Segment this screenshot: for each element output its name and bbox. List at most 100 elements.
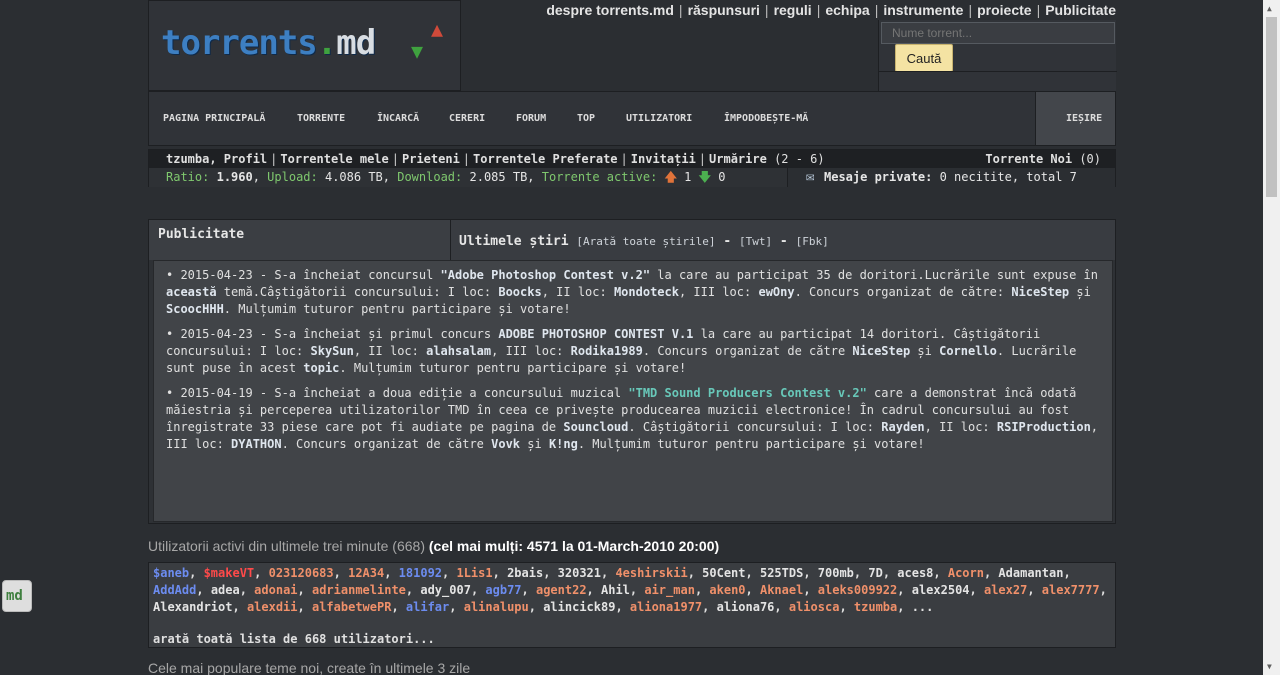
user-link[interactable]: 1Lis1 xyxy=(456,566,492,580)
user-link[interactable]: Alexandriot xyxy=(153,600,232,614)
profile-link[interactable]: tzumba, Profil xyxy=(166,152,267,166)
scroll-up-icon[interactable]: ▲ xyxy=(1267,4,1272,13)
upload-value: 4.086 TB xyxy=(324,170,383,184)
user-link[interactable]: aces8 xyxy=(897,566,933,580)
download-arrow-icon: 🡇 xyxy=(698,170,711,184)
user-link[interactable]: Ahil xyxy=(601,583,630,597)
user-bar: tzumba, Profil | Torrentele mele | Prieteni |… xyxy=(148,149,1116,187)
topnav-echipa[interactable]: echipa xyxy=(825,2,869,18)
nav-impodobeste[interactable]: ÎMPODOBEȘTE-MĂ xyxy=(724,113,808,124)
scrollbar[interactable]: ▲ ▼ xyxy=(1263,0,1280,675)
user-link[interactable]: agb77 xyxy=(485,583,521,597)
user-link[interactable]: 12A34 xyxy=(348,566,384,580)
favorites-link[interactable]: Torrentele Preferate xyxy=(473,152,618,166)
user-link[interactable]: alinalupu xyxy=(464,600,529,614)
friends-link[interactable]: Prieteni xyxy=(402,152,460,166)
scrollbar-thumb[interactable] xyxy=(1266,17,1277,197)
user-link[interactable]: adonai xyxy=(254,583,297,597)
user-link[interactable]: aliona76 xyxy=(717,600,775,614)
active-users-list: $aneb, $makeVT, 023120683, 12A34, 181092… xyxy=(148,562,1116,648)
user-link[interactable]: adea xyxy=(211,583,240,597)
user-link[interactable]: tzumba xyxy=(854,600,897,614)
user-link[interactable]: ady_007 xyxy=(420,583,471,597)
user-link[interactable]: AddAdd xyxy=(153,583,196,597)
logout-button[interactable]: IEȘIRE xyxy=(1035,92,1115,145)
user-link[interactable]: alex2504 xyxy=(912,583,970,597)
user-link[interactable]: $aneb xyxy=(153,566,189,580)
news-all-link[interactable]: [Arată toate știrile] xyxy=(576,235,715,248)
user-link[interactable]: aleks009922 xyxy=(818,583,897,597)
upload-arrow-icon: 🡅 xyxy=(664,170,677,184)
user-link[interactable]: alex7777 xyxy=(1042,583,1100,597)
download-value: 2.085 TB xyxy=(469,170,528,184)
popular-topics-title: Cele mai populare teme noi, create în ul… xyxy=(148,660,471,675)
user-link[interactable]: alifar xyxy=(406,600,449,614)
user-link[interactable]: 2bais xyxy=(507,566,543,580)
top-navigation: despre torrents.md | răspunsuri | reguli | ech… xyxy=(546,2,1116,18)
user-link[interactable]: 4eshirskii xyxy=(615,566,687,580)
user-link[interactable]: alfabetwePR xyxy=(312,600,391,614)
watch-link[interactable]: Urmărire xyxy=(709,152,767,166)
my-torrents-link[interactable]: Torrentele mele xyxy=(280,152,388,166)
user-link[interactable]: Aknael xyxy=(760,583,803,597)
nav-torrente[interactable]: TORRENTE xyxy=(297,113,345,124)
invitations-link[interactable]: Invitații xyxy=(631,152,696,166)
topnav-instrumente[interactable]: instrumente xyxy=(883,2,963,18)
user-link[interactable]: 50Cent xyxy=(702,566,745,580)
user-link[interactable]: agent22 xyxy=(536,583,587,597)
nav-forum[interactable]: FORUM xyxy=(516,113,546,124)
user-stats: Ratio: 1.960, Upload: 4.086 TB, Download… xyxy=(149,168,1115,187)
search-button[interactable]: Caută xyxy=(895,44,953,72)
search-panel: Caută xyxy=(878,20,1117,91)
logo-arrows-icon: ▼ ▲ xyxy=(411,17,444,63)
user-link[interactable]: Adamantan xyxy=(998,566,1063,580)
user-link[interactable]: 023120683 xyxy=(269,566,334,580)
show-all-users-link[interactable]: arată toată lista de 668 utilizatori... xyxy=(153,631,435,648)
envelope-icon: ✉ xyxy=(806,169,815,185)
user-link[interactable]: 7D xyxy=(868,566,882,580)
news-section: Publicitate Ultimele știri [Arată toate … xyxy=(148,219,1116,524)
divider xyxy=(879,71,1117,72)
topnav-proiecte[interactable]: proiecte xyxy=(977,2,1031,18)
logo[interactable]: torrents.md ▼ ▲ xyxy=(148,0,461,91)
private-messages[interactable]: ✉ Mesaje private: 0 necitite, total 7 xyxy=(787,168,1115,187)
nav-incarca[interactable]: ÎNCARCĂ xyxy=(377,113,419,124)
news-item: • 2015-04-23 - S-a încheiat concursul "A… xyxy=(166,268,1098,316)
watch-count: (2 - 6) xyxy=(774,152,825,166)
active-users-title: Utilizatorii activi din ultimele trei mi… xyxy=(148,538,720,554)
publicitate-heading: Publicitate xyxy=(149,220,451,260)
logo-text: torrents.md xyxy=(161,23,376,63)
topnav-publicitate[interactable]: Publicitate xyxy=(1045,2,1116,18)
user-link[interactable]: alincick89 xyxy=(543,600,615,614)
news-facebook-link[interactable]: [Fbk] xyxy=(796,235,829,248)
new-torrents-link[interactable]: Torrente Noi (0) xyxy=(985,150,1101,168)
main-navigation: PAGINA PRINCIPALĂ TORRENTE ÎNCARCĂ CERER… xyxy=(148,91,1116,146)
user-link[interactable]: aken0 xyxy=(709,583,745,597)
nav-top[interactable]: TOP xyxy=(577,113,595,124)
user-list-ellipsis: ... xyxy=(911,600,934,614)
user-link[interactable]: alexdii xyxy=(247,600,298,614)
news-heading: Ultimele știri [Arată toate știrile] - [… xyxy=(451,220,1115,260)
scroll-down-icon[interactable]: ▼ xyxy=(1267,662,1272,671)
topnav-raspunsuri[interactable]: răspunsuri xyxy=(688,2,760,18)
user-link[interactable]: aliona1977 xyxy=(630,600,702,614)
user-link[interactable]: aliosca xyxy=(789,600,840,614)
topnav-despre[interactable]: despre torrents.md xyxy=(546,2,674,18)
user-link[interactable]: 181092 xyxy=(399,566,442,580)
news-twitter-link[interactable]: [Twt] xyxy=(739,235,772,248)
user-link[interactable]: 700mb xyxy=(818,566,854,580)
user-link[interactable]: 320321 xyxy=(558,566,601,580)
nav-pagina-principala[interactable]: PAGINA PRINCIPALĂ xyxy=(163,113,265,124)
header: torrents.md ▼ ▲ despre torrents.md | răspun… xyxy=(148,0,1117,91)
user-link[interactable]: alex27 xyxy=(984,583,1027,597)
nav-cereri[interactable]: CERERI xyxy=(449,113,485,124)
user-link[interactable]: Acorn xyxy=(948,566,984,580)
search-input[interactable] xyxy=(881,22,1115,44)
topnav-reguli[interactable]: reguli xyxy=(774,2,812,18)
user-link[interactable]: 525TDS xyxy=(760,566,803,580)
user-link[interactable]: $makeVT xyxy=(204,566,255,580)
side-widget-button[interactable]: md xyxy=(2,580,32,612)
nav-utilizatori[interactable]: UTILIZATORI xyxy=(626,113,692,124)
user-link[interactable]: adrianmelinte xyxy=(312,583,406,597)
user-link[interactable]: air_man xyxy=(644,583,695,597)
